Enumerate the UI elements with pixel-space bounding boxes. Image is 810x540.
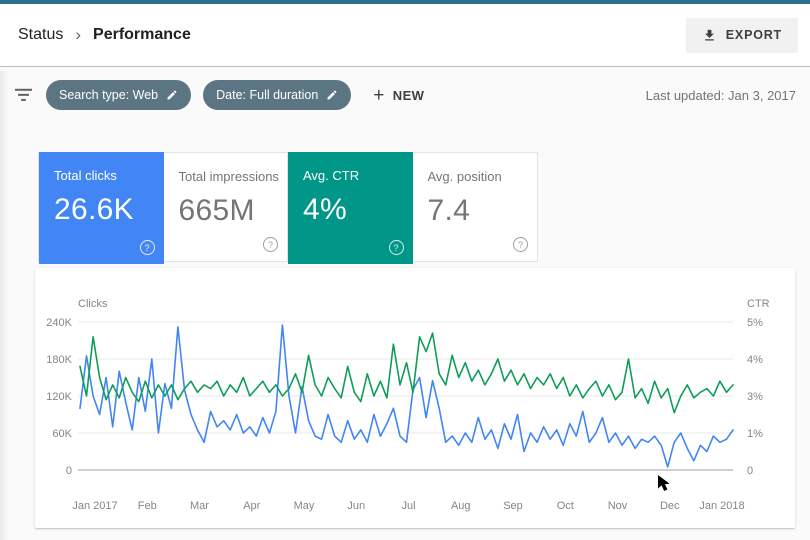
new-filter-button[interactable]: NEW: [373, 86, 424, 105]
svg-text:240K: 240K: [46, 317, 72, 329]
svg-text:Jan 2017: Jan 2017: [72, 500, 117, 512]
filter-bar: Search type: Web Date: Full duration NEW…: [0, 67, 810, 123]
metric-card-total-clicks[interactable]: Total clicks 26.6K: [39, 152, 164, 264]
svg-text:180K: 180K: [46, 354, 72, 366]
main-content: Search type: Web Date: Full duration NEW…: [0, 67, 810, 540]
svg-text:Feb: Feb: [138, 500, 157, 512]
pencil-icon: [326, 89, 338, 101]
svg-text:Sep: Sep: [503, 500, 523, 512]
svg-text:4%: 4%: [747, 354, 763, 366]
header: Status Performance EXPORT: [0, 4, 810, 67]
breadcrumb: Status Performance: [18, 25, 191, 45]
left-edge-shadow: [0, 71, 8, 540]
metric-value: 7.4: [427, 194, 471, 227]
svg-text:3%: 3%: [747, 391, 763, 403]
svg-text:0: 0: [66, 465, 72, 477]
svg-text:Oct: Oct: [557, 500, 574, 512]
last-updated-text: Last updated: Jan 3, 2017: [645, 87, 796, 103]
metric-label: Avg. CTR: [303, 168, 360, 183]
svg-text:May: May: [294, 500, 315, 512]
help-icon[interactable]: [263, 237, 278, 252]
mouse-cursor: [655, 474, 673, 492]
help-icon[interactable]: [513, 237, 528, 252]
svg-text:60K: 60K: [52, 428, 72, 440]
svg-text:120K: 120K: [46, 391, 72, 403]
pencil-icon: [166, 89, 178, 101]
svg-text:1%: 1%: [747, 428, 763, 440]
svg-text:Clicks: Clicks: [78, 298, 108, 310]
date-range-chip-label: Date: Full duration: [216, 88, 319, 102]
help-icon[interactable]: [139, 240, 155, 255]
svg-text:Jun: Jun: [347, 500, 365, 512]
metrics-row: Total clicks 26.6K Total impressions 665…: [38, 152, 538, 264]
metric-card-avg-position[interactable]: Avg. position 7.4: [412, 153, 537, 261]
svg-text:Nov: Nov: [608, 500, 628, 512]
svg-text:Jan 2018: Jan 2018: [699, 500, 744, 512]
search-type-chip-label: Search type: Web: [59, 88, 159, 102]
breadcrumb-status[interactable]: Status: [18, 26, 63, 44]
metric-value: 26.6K: [54, 193, 134, 226]
breadcrumb-performance: Performance: [93, 26, 191, 43]
date-range-chip[interactable]: Date: Full duration: [203, 80, 352, 110]
metric-label: Avg. position: [427, 169, 502, 184]
chevron-right-icon: [75, 25, 81, 45]
export-button-label: EXPORT: [725, 28, 782, 42]
search-type-chip[interactable]: Search type: Web: [46, 80, 192, 110]
new-filter-label: NEW: [392, 87, 425, 103]
help-icon[interactable]: [388, 240, 404, 255]
svg-text:Jul: Jul: [401, 500, 415, 512]
filter-icon[interactable]: [14, 87, 34, 103]
svg-text:Apr: Apr: [243, 500, 260, 512]
svg-text:Aug: Aug: [451, 500, 471, 512]
svg-text:0: 0: [747, 465, 753, 477]
chart-card: 0 0 60K 1% 120K 3% 180K 4% 240K 5% Clicks CTR Jan 20…: [35, 268, 795, 528]
metric-label: Total clicks: [54, 168, 117, 183]
performance-line-chart[interactable]: 0 0 60K 1% 120K 3% 180K 4% 240K 5% Clicks CTR Jan 20…: [35, 268, 795, 528]
download-icon: [702, 28, 717, 43]
export-button[interactable]: EXPORT: [685, 17, 798, 53]
svg-text:CTR: CTR: [747, 298, 770, 310]
plus-icon: [373, 86, 385, 105]
metric-card-total-impressions[interactable]: Total impressions 665M: [163, 153, 288, 261]
svg-text:Dec: Dec: [660, 500, 680, 512]
svg-text:Mar: Mar: [190, 500, 209, 512]
metric-card-avg-ctr[interactable]: Avg. CTR 4%: [288, 152, 413, 264]
metric-value: 4%: [303, 193, 347, 226]
metric-value: 665M: [178, 194, 255, 227]
svg-text:5%: 5%: [747, 317, 763, 329]
metric-label: Total impressions: [178, 169, 279, 184]
